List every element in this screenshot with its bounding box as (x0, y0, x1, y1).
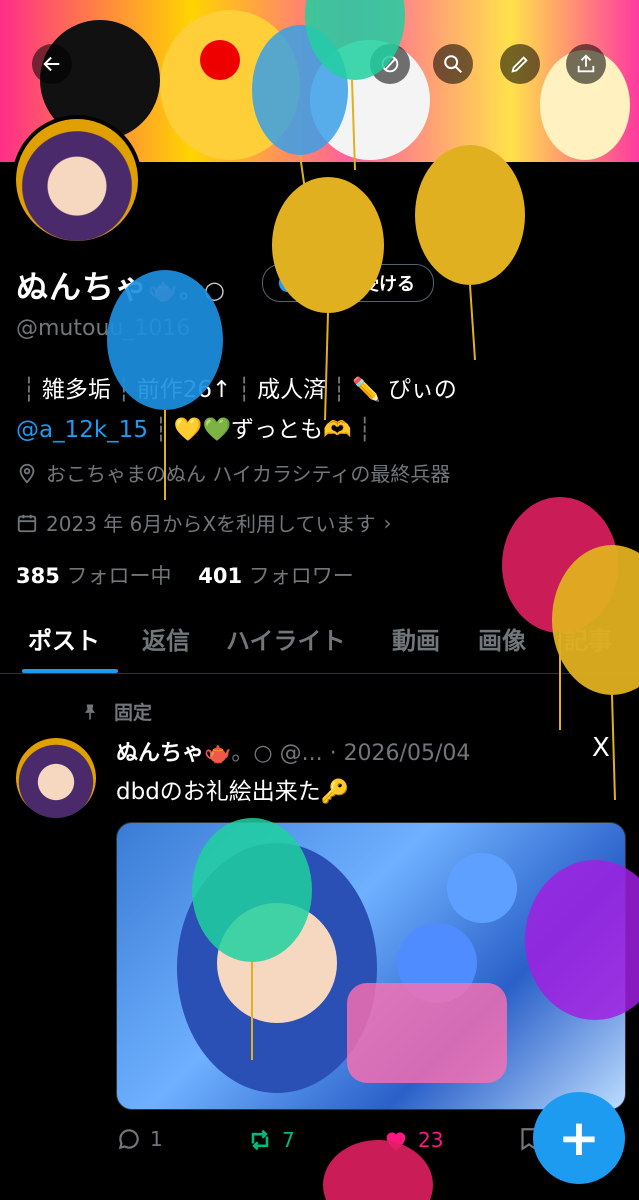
balloon-icon (552, 545, 639, 801)
compose-post-button[interactable]: + (533, 1092, 625, 1184)
balloon-icon (323, 1140, 433, 1200)
balloon-icon (192, 818, 312, 1060)
plus-icon: + (558, 1109, 600, 1167)
balloon-icon (415, 145, 525, 361)
balloon-icon (525, 860, 639, 1020)
balloon-icon (107, 270, 223, 500)
balloon-icon (272, 177, 384, 421)
balloon-overlay (107, 0, 639, 1200)
